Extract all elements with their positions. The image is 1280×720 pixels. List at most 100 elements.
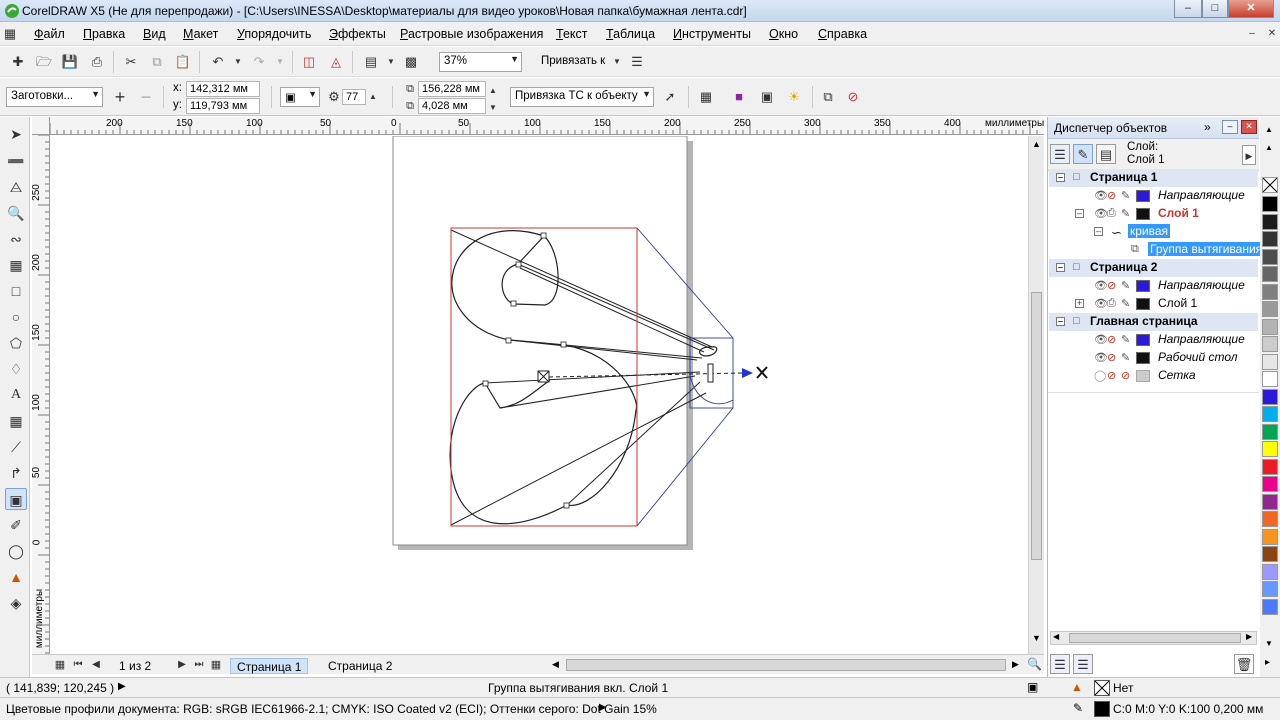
pencil-icon[interactable]: ✎ (1121, 189, 1130, 202)
no-color-swatch[interactable] (1262, 177, 1278, 193)
shape-tool-icon[interactable]: ➖ (5, 150, 27, 172)
depth-spinner-icon[interactable]: ▲ (366, 87, 380, 107)
menu-file[interactable]: Файл (34, 27, 65, 41)
extrude-tool-icon[interactable]: ▣ (5, 488, 27, 510)
vertical-scroll-thumb[interactable] (1031, 292, 1042, 560)
color-swatch[interactable] (1262, 196, 1278, 212)
options-icon[interactable]: ☰ (627, 52, 647, 72)
tree-desktop[interactable]: 👁 ⊘ ✎ Рабочий стол (1049, 349, 1258, 367)
remove-preset-icon[interactable]: − (136, 87, 156, 107)
status-expand-icon[interactable]: ▶ (118, 681, 126, 692)
drawing-canvas[interactable] (51, 136, 1028, 654)
menu-window[interactable]: Окно (769, 27, 798, 41)
zoom-fit-icon[interactable]: 🔍 (1027, 657, 1042, 671)
add-preset-icon[interactable]: + (110, 87, 130, 107)
maximize-button[interactable]: □ (1202, 0, 1228, 18)
pencil-icon[interactable]: ✎ (1121, 279, 1130, 292)
connector-tool-icon[interactable]: ↱ (5, 462, 27, 484)
color-swatch[interactable] (1262, 353, 1278, 370)
snap-toggle-icon[interactable]: ▣ (1027, 680, 1038, 694)
fill-none-swatch[interactable] (1094, 680, 1110, 696)
tree-guides-master[interactable]: 👁 ⊘ ✎ Направляющие (1049, 331, 1258, 349)
text-tool-icon[interactable]: A (5, 384, 27, 406)
extrude-rotation-icon[interactable]: ▦ (696, 87, 716, 107)
close-button[interactable]: ✕ (1228, 0, 1274, 18)
basic-shapes-tool-icon[interactable]: ♢ (5, 358, 27, 380)
undo-icon[interactable]: ↶ (208, 52, 228, 72)
no-print-icon[interactable]: ⊘ (1107, 333, 1116, 346)
color-swatch[interactable] (1262, 301, 1278, 317)
tree-guides-2[interactable]: 👁 ⊘ ✎ Направляющие (1049, 277, 1258, 295)
color-swatch[interactable] (1262, 231, 1278, 247)
drawing-area[interactable] (51, 136, 1028, 654)
tree-page-1[interactable]: – □ Страница 1 (1049, 169, 1258, 187)
palette-scroll-up-icon[interactable]: ▲ (1265, 125, 1273, 134)
vanishing-x-field[interactable]: 156,228 мм (418, 81, 486, 97)
horizontal-scrollbar[interactable] (566, 659, 1006, 671)
document-icon[interactable]: ▦ (2, 24, 18, 44)
eye-icon[interactable]: 👁 (1094, 207, 1108, 220)
docker-minimize-icon[interactable]: – (1222, 120, 1238, 134)
interactive-fill-tool-icon[interactable]: ◈ (5, 592, 27, 614)
y-position-field[interactable]: 119,793 мм (186, 98, 260, 114)
color-swatch[interactable] (1262, 283, 1278, 300)
menu-table[interactable]: Таблица (606, 27, 655, 41)
lighting-icon[interactable]: ☀ (784, 87, 804, 107)
no-print-icon[interactable]: ⊘ (1107, 279, 1116, 292)
color-swatch[interactable] (1262, 511, 1278, 527)
prev-page-icon[interactable]: ◀ (86, 655, 106, 675)
docker-menu-icon[interactable]: ▶ (1242, 145, 1256, 165)
depth-field[interactable]: 77 (342, 89, 366, 105)
tree-curve[interactable]: – ∽ кривая (1049, 223, 1258, 241)
color-swatch[interactable] (1262, 248, 1278, 265)
polygon-tool-icon[interactable]: ⬠ (5, 332, 27, 354)
table-tool-icon[interactable]: ▦ (5, 410, 27, 432)
tree-grid[interactable]: ◯ ⊘ ⊘ Сетка (1049, 367, 1258, 385)
tree-layer-1[interactable]: – 👁 ⎙ ✎ Слой 1 (1049, 205, 1258, 223)
color-swatch[interactable] (1262, 493, 1278, 510)
printer-icon[interactable]: ⎙ (1107, 297, 1116, 310)
expand-icon[interactable]: + (1075, 299, 1084, 308)
add-page-before-icon[interactable]: ▦ (50, 655, 70, 675)
redo-dropdown-icon[interactable]: ▼ (270, 52, 290, 72)
tree-extrude-group[interactable]: ⧉ Группа вытягивания (1049, 241, 1265, 259)
eyedropper-tool-icon[interactable]: ✐ (5, 514, 27, 536)
no-print-icon[interactable]: ⊘ (1107, 369, 1116, 382)
snap-dropdown-icon[interactable]: ▼ (607, 52, 627, 72)
add-page-after-icon[interactable]: ▦ (206, 655, 226, 675)
zoom-combo[interactable]: 37% ▼ (439, 52, 522, 72)
eye-icon[interactable]: 👁 (1094, 189, 1108, 202)
outline-tool-icon[interactable]: ◯ (5, 540, 27, 562)
palette-scroll-up-icon[interactable]: ▲ (1265, 143, 1273, 152)
menu-text[interactable]: Текст (556, 27, 587, 41)
menu-restore-icon[interactable]: – (1242, 24, 1262, 44)
crop-tool-icon[interactable]: ⨺ (5, 176, 27, 198)
ellipse-tool-icon[interactable]: ○ (5, 306, 27, 328)
minimize-button[interactable]: – (1174, 0, 1202, 18)
extrude-color-icon[interactable]: ■ (729, 87, 749, 107)
eye-icon[interactable]: 👁 (1094, 297, 1108, 310)
rectangle-tool-icon[interactable]: □ (5, 280, 27, 302)
show-properties-icon[interactable]: ☰ (1050, 144, 1070, 164)
color-swatch[interactable] (1262, 213, 1278, 230)
menu-tools[interactable]: Инструменты (673, 27, 751, 41)
color-swatch[interactable] (1262, 423, 1278, 440)
presets-combo[interactable]: Заготовки... ▼ (6, 87, 103, 107)
paste-icon[interactable]: 📋 (173, 52, 193, 72)
extrude-bevel-icon[interactable]: ▣ (757, 87, 777, 107)
collapse-icon[interactable]: – (1075, 209, 1084, 218)
eye-icon[interactable]: 👁 (1094, 279, 1108, 292)
welcome-screen-icon[interactable]: ▩ (401, 52, 421, 72)
menu-arrange[interactable]: Упорядочить (237, 27, 311, 41)
color-swatch[interactable] (1262, 598, 1278, 615)
eye-icon[interactable]: 👁 (1094, 333, 1108, 346)
menu-edit[interactable]: Правка (83, 27, 125, 41)
pencil-icon[interactable]: ✎ (1121, 351, 1130, 364)
palette-scroll-down-icon[interactable]: ▼ (1265, 639, 1273, 648)
fill-tool-icon[interactable]: ▲ (5, 566, 27, 588)
application-launcher-icon[interactable]: ▤ (361, 52, 381, 72)
tree-guides-1[interactable]: 👁 ⊘ ✎ Направляющие (1049, 187, 1258, 205)
undo-dropdown-icon[interactable]: ▼ (228, 52, 248, 72)
depth-arrow[interactable] (742, 368, 753, 378)
color-swatch[interactable] (1262, 581, 1278, 597)
